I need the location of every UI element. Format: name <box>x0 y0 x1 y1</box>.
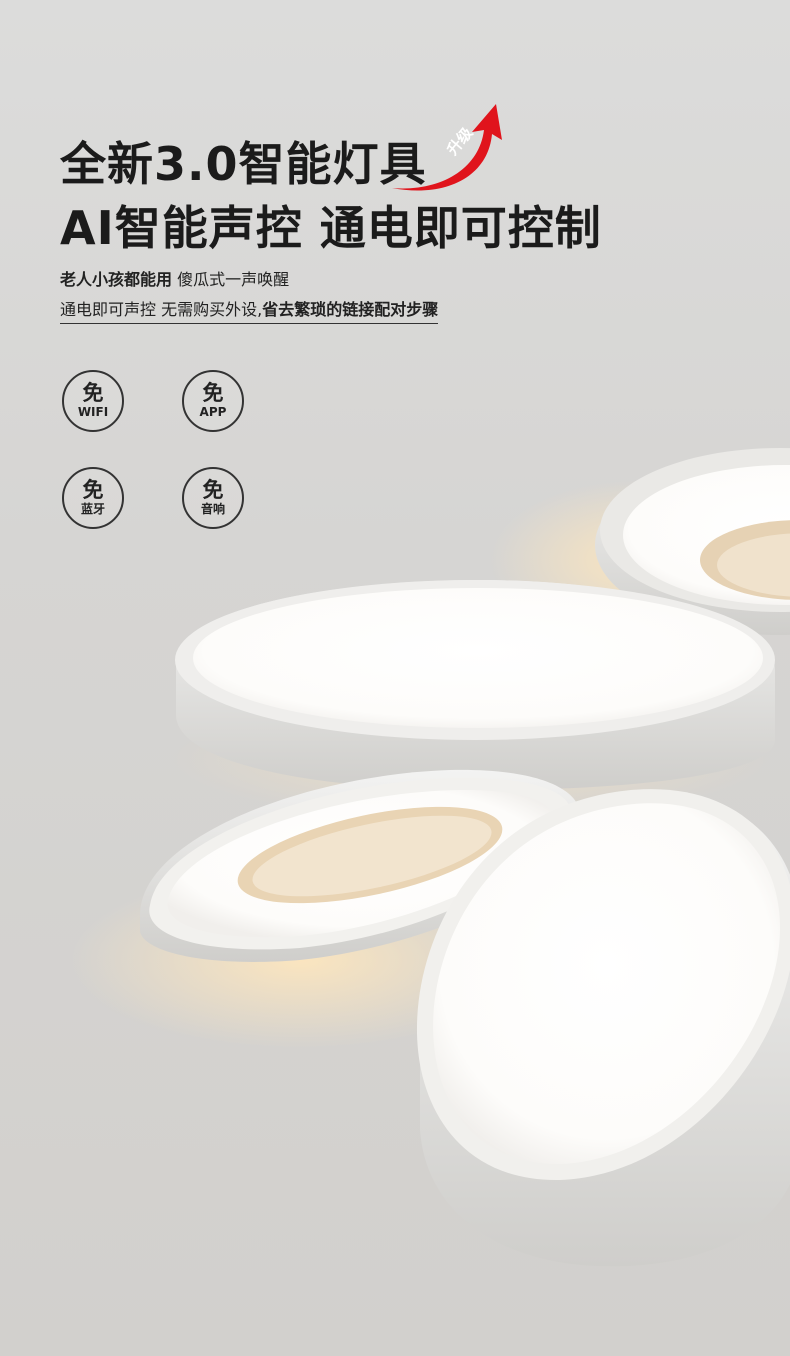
subheadline-text: 傻瓜式一声唤醒 <box>177 270 290 289</box>
badge-top: 免 <box>202 478 224 502</box>
badge-bottom: APP <box>199 405 227 419</box>
feature-badge-no-app: 免 APP <box>182 370 244 432</box>
badge-top: 免 <box>202 381 224 405</box>
upgrade-tag: 升级 <box>443 123 477 158</box>
feature-badge-no-bluetooth: 免 蓝牙 <box>62 467 124 529</box>
subheadline-line-1: 老人小孩都能用 傻瓜式一声唤醒 <box>60 266 289 290</box>
headline-line-2: AI智能声控 通电即可控制 <box>60 201 602 255</box>
product-hero: 全新3.0智能灯具 升级 AI智能声控 通电即可控制 老人小孩都能用 傻瓜式一声… <box>0 0 790 1356</box>
oval-lamp-large <box>175 580 775 790</box>
headline-line-1: 全新3.0智能灯具 <box>60 137 427 191</box>
subheadline-bold: 老人小孩都能用 <box>60 270 173 289</box>
badge-bottom: WIFI <box>77 405 109 419</box>
feature-badge-no-speaker: 免 音响 <box>182 467 244 529</box>
badge-top: 免 <box>82 381 104 405</box>
badge-bottom: 音响 <box>200 502 225 516</box>
subheadline-line-2: 通电即可声控 无需购买外设,省去繁琐的链接配对步骤 <box>60 296 439 324</box>
badge-bottom: 蓝牙 <box>80 502 105 516</box>
upgrade-arrow-icon: 升级 <box>392 104 502 191</box>
subheadline-text: 通电即可声控 无需购买外设, <box>60 300 263 319</box>
feature-badge-no-wifi: 免 WIFI <box>62 370 124 432</box>
subheadline-bold: 省去繁琐的链接配对步骤 <box>262 300 439 319</box>
badge-top: 免 <box>82 478 104 502</box>
